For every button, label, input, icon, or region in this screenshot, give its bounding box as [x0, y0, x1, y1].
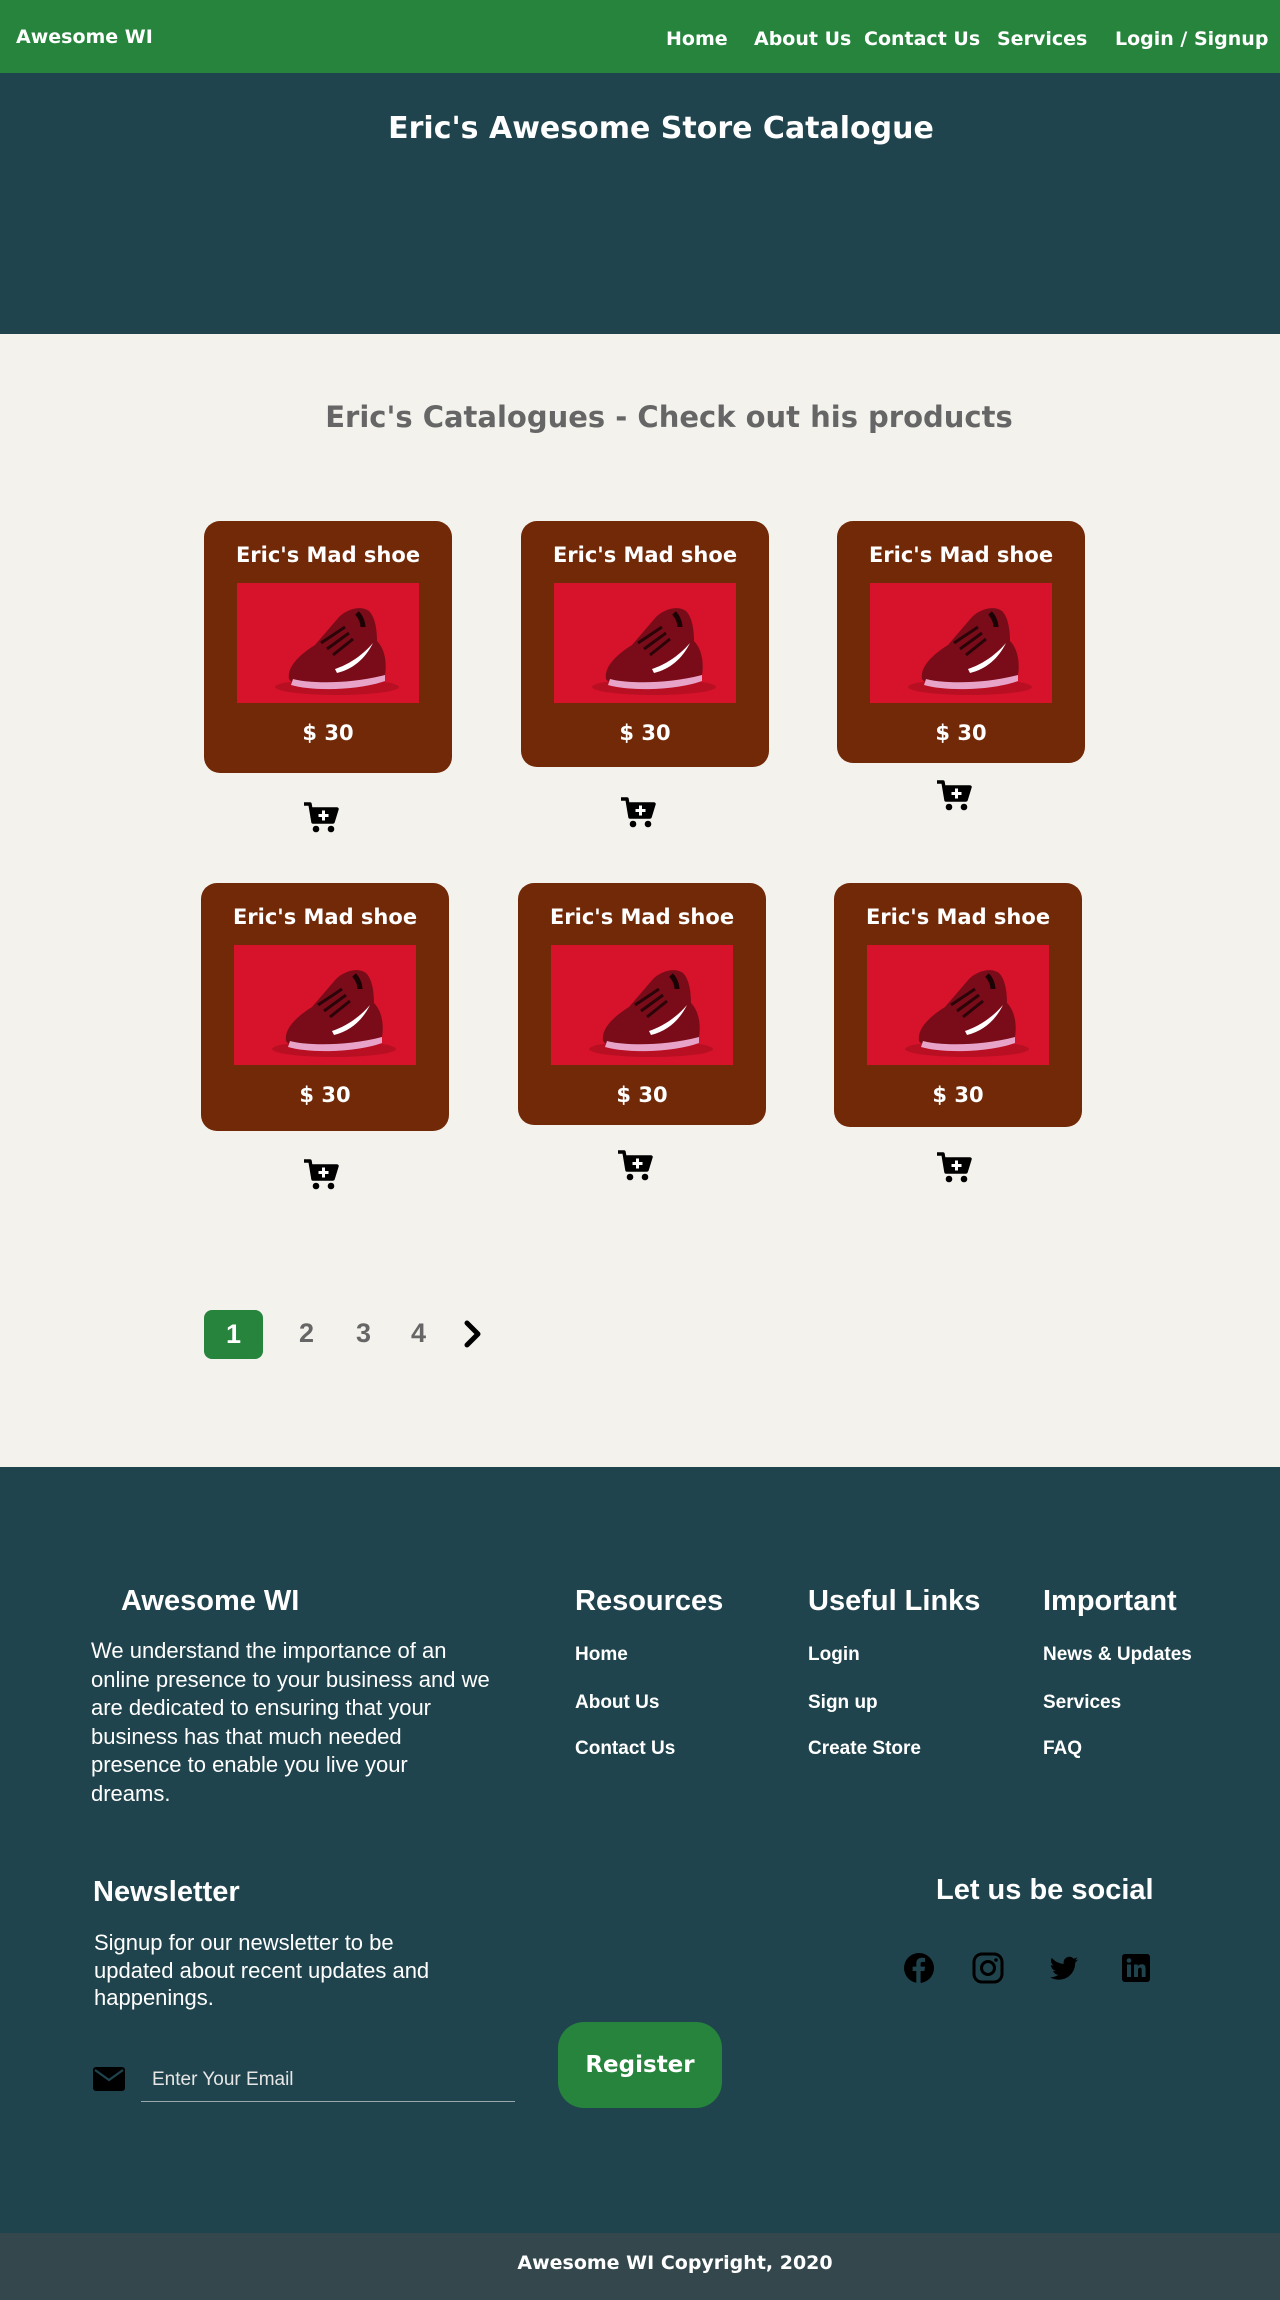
- nav-link-services[interactable]: Services: [997, 28, 1087, 50]
- add-to-cart-icon[interactable]: [620, 795, 656, 829]
- envelope-icon: [93, 2067, 125, 2091]
- product-card[interactable]: Eric's Mad shoe $ 30: [834, 883, 1082, 1127]
- product-price: $ 30: [299, 1083, 351, 1107]
- product-card[interactable]: Eric's Mad shoe $ 30: [837, 521, 1085, 763]
- product-name: Eric's Mad shoe: [868, 543, 1054, 567]
- twitter-icon[interactable]: [1048, 1952, 1080, 1984]
- newsletter-email-input[interactable]: [141, 2058, 515, 2102]
- add-to-cart-icon[interactable]: [936, 778, 972, 812]
- product-name: Eric's Mad shoe: [235, 543, 421, 567]
- red-sneaker-image: [234, 945, 416, 1065]
- site-footer: [0, 1467, 1280, 2233]
- footer-link-services[interactable]: Services: [1043, 1692, 1121, 1714]
- footer-link-about-us[interactable]: About Us: [575, 1692, 659, 1714]
- red-sneaker-image: [551, 945, 733, 1065]
- product-name: Eric's Mad shoe: [549, 905, 735, 929]
- nav-link-login-signup[interactable]: Login / Signup: [1115, 28, 1268, 50]
- footer-useful-links-title: Useful Links: [808, 1585, 981, 1617]
- footer-link-sign-up[interactable]: Sign up: [808, 1692, 878, 1714]
- red-sneaker-image: [237, 583, 419, 703]
- add-to-cart-icon[interactable]: [617, 1148, 653, 1182]
- catalogue-heading: Eric's Catalogues - Check out his produc…: [325, 400, 1013, 434]
- nav-link-about-us[interactable]: About Us: [754, 28, 851, 50]
- nav-link-home[interactable]: Home: [666, 28, 728, 50]
- product-card[interactable]: Eric's Mad shoe $ 30: [521, 521, 769, 767]
- footer-about-text: We understand the importance of an onlin…: [91, 1638, 490, 1806]
- copyright-text: Awesome WI Copyright, 2020: [517, 2252, 833, 2274]
- red-sneaker-image: [867, 945, 1049, 1065]
- product-name: Eric's Mad shoe: [865, 905, 1051, 929]
- product-name: Eric's Mad shoe: [232, 905, 418, 929]
- product-card[interactable]: Eric's Mad shoe $ 30: [201, 883, 449, 1131]
- nav-link-contact-us[interactable]: Contact Us: [864, 28, 980, 50]
- red-sneaker-image: [554, 583, 736, 703]
- add-to-cart-icon[interactable]: [303, 800, 339, 834]
- pagination-page-2[interactable]: 2: [299, 1318, 314, 1349]
- product-card[interactable]: Eric's Mad shoe $ 30: [204, 521, 452, 773]
- hero-title: Eric's Awesome Store Catalogue: [388, 111, 934, 146]
- facebook-icon[interactable]: [903, 1952, 935, 1984]
- newsletter-text: Signup for our newsletter to be updated …: [94, 1930, 430, 2010]
- linkedin-icon[interactable]: [1120, 1952, 1152, 1984]
- add-to-cart-icon[interactable]: [936, 1150, 972, 1184]
- product-price: $ 30: [619, 721, 671, 745]
- instagram-icon[interactable]: [972, 1952, 1004, 1984]
- footer-link-contact-us[interactable]: Contact Us: [575, 1738, 675, 1760]
- footer-important-title: Important: [1043, 1585, 1177, 1617]
- product-price: $ 30: [616, 1083, 668, 1107]
- footer-link-login[interactable]: Login: [808, 1644, 860, 1666]
- register-button[interactable]: Register: [558, 2022, 722, 2108]
- footer-link-faq[interactable]: FAQ: [1043, 1738, 1082, 1760]
- footer-brand: Awesome WI: [121, 1585, 300, 1617]
- brand-logo-text[interactable]: Awesome WI: [16, 26, 153, 48]
- footer-link-news-updates[interactable]: News & Updates: [1043, 1644, 1192, 1666]
- chevron-right-icon[interactable]: [462, 1320, 484, 1348]
- footer-resources-title: Resources: [575, 1585, 724, 1617]
- product-price: $ 30: [932, 1083, 984, 1107]
- top-navbar: Awesome WI Home About Us Contact Us Serv…: [0, 0, 1280, 73]
- footer-link-home[interactable]: Home: [575, 1644, 628, 1666]
- product-price: $ 30: [935, 721, 987, 745]
- product-name: Eric's Mad shoe: [552, 543, 738, 567]
- pagination-page-3[interactable]: 3: [356, 1318, 371, 1349]
- pagination-page-1[interactable]: 1: [204, 1310, 263, 1359]
- product-price: $ 30: [302, 721, 354, 745]
- footer-link-create-store[interactable]: Create Store: [808, 1738, 921, 1760]
- red-sneaker-image: [870, 583, 1052, 703]
- social-title: Let us be social: [936, 1874, 1154, 1906]
- newsletter-title: Newsletter: [93, 1876, 240, 1908]
- pagination-page-4[interactable]: 4: [411, 1318, 426, 1349]
- product-card[interactable]: Eric's Mad shoe $ 30: [518, 883, 766, 1125]
- add-to-cart-icon[interactable]: [303, 1157, 339, 1191]
